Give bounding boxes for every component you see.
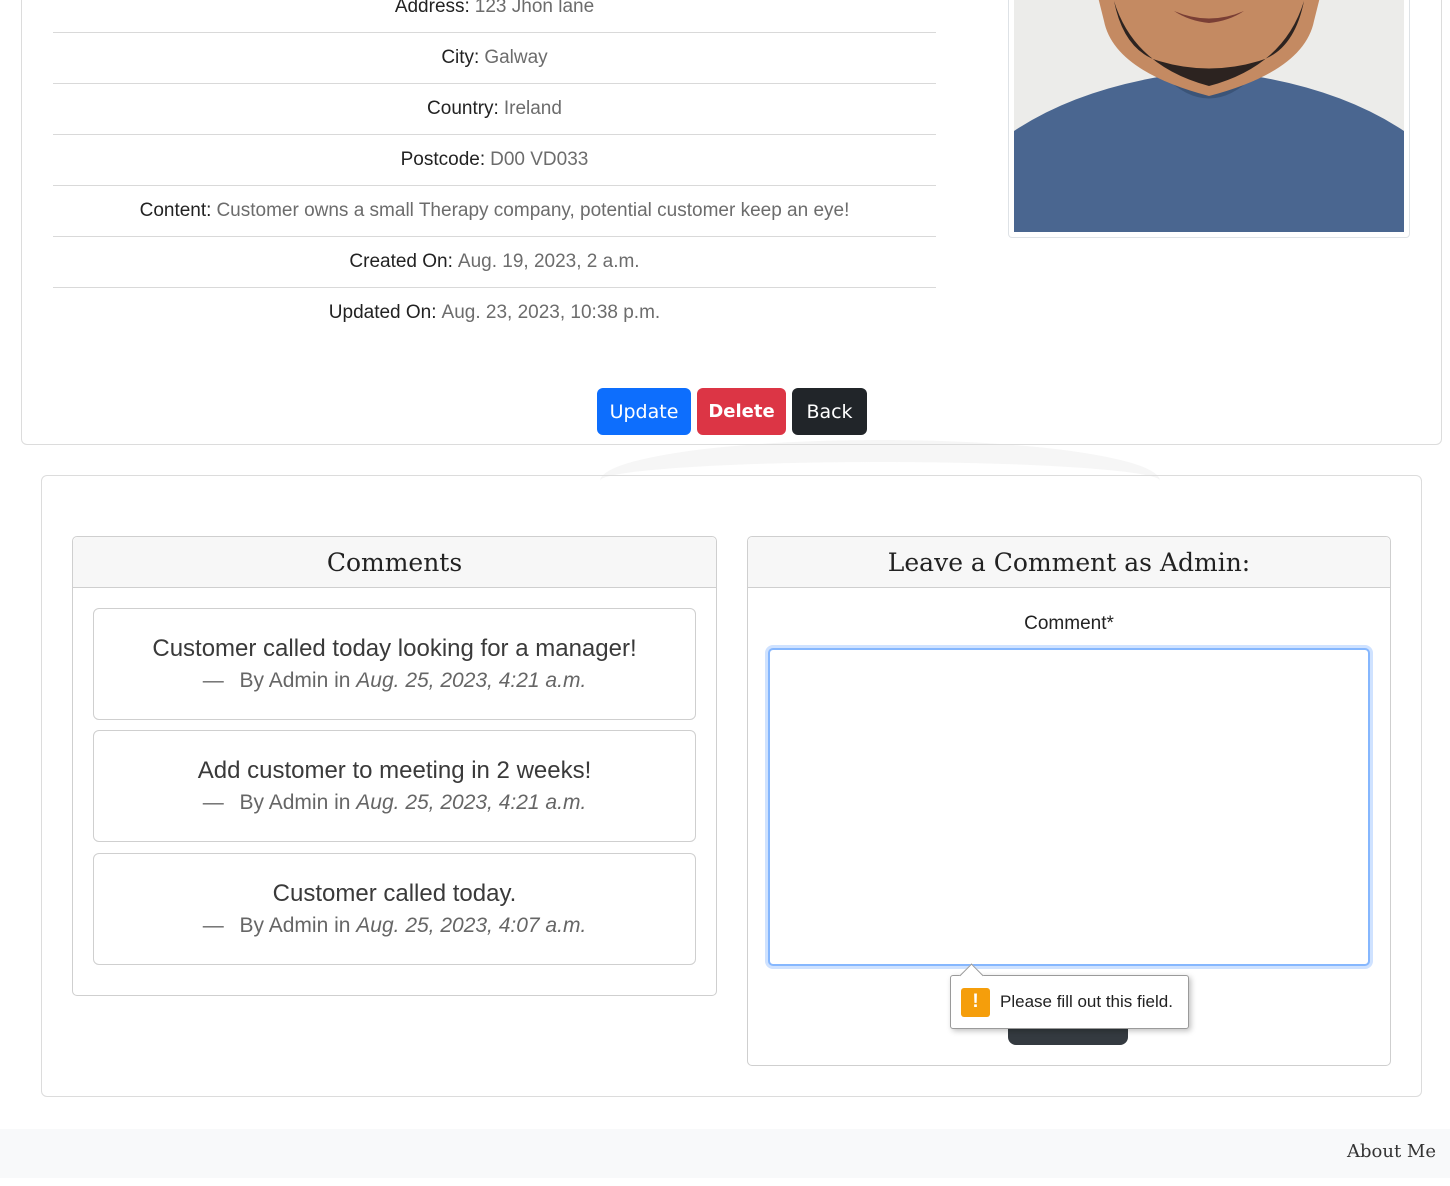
comments-panel: Comments Customer called today looking f… — [72, 536, 717, 996]
detail-value: Aug. 19, 2023, 2 a.m. — [457, 250, 640, 272]
detail-value: Galway — [484, 46, 548, 68]
comment-textarea[interactable] — [768, 648, 1370, 966]
comment-item: Customer called today looking for a mana… — [93, 608, 696, 720]
detail-label: Postcode: — [400, 148, 486, 170]
detail-content: Content: Customer owns a small Therapy c… — [53, 185, 936, 237]
detail-value: Customer owns a small Therapy company, p… — [216, 199, 850, 221]
detail-address: Address: 123 Jhon lane — [53, 0, 936, 33]
detail-created-on: Created On: Aug. 19, 2023, 2 a.m. — [53, 236, 936, 288]
back-button[interactable]: Back — [792, 388, 867, 435]
about-me-link[interactable]: About Me — [1347, 1141, 1436, 1162]
comment-date: Aug. 25, 2023, 4:21 a.m. — [356, 669, 587, 692]
validation-tooltip: ! Please fill out this field. — [950, 975, 1189, 1029]
comment-dash: — — [202, 791, 224, 814]
update-button[interactable]: Update — [597, 388, 691, 435]
detail-label: Content: — [139, 199, 212, 221]
customer-photo-image — [1014, 0, 1404, 232]
comment-form-title: Leave a Comment as Admin: — [748, 537, 1390, 588]
footer: About Me — [0, 1129, 1450, 1178]
comment-date: Aug. 25, 2023, 4:21 a.m. — [356, 791, 587, 814]
customer-actions: Update Delete Back — [597, 388, 867, 435]
comment-body: Add customer to meeting in 2 weeks! — [197, 757, 592, 784]
comment-item: Customer called today. — By Admin in Aug… — [93, 853, 696, 965]
comment-author: By Admin in — [239, 669, 351, 692]
detail-value: Ireland — [503, 97, 562, 119]
detail-value: D00 VD033 — [490, 148, 589, 170]
detail-value: Aug. 23, 2023, 10:38 p.m. — [441, 301, 661, 323]
detail-updated-on: Updated On: Aug. 23, 2023, 10:38 p.m. — [53, 287, 936, 338]
comment-field-label: Comment* — [1024, 613, 1114, 634]
comment-body: Customer called today looking for a mana… — [152, 635, 637, 662]
customer-photo — [1008, 0, 1410, 238]
comment-author: By Admin in — [239, 914, 351, 937]
detail-postcode: Postcode: D00 VD033 — [53, 134, 936, 186]
detail-city: City: Galway — [53, 32, 936, 84]
validation-message: Please fill out this field. — [1000, 992, 1173, 1011]
comment-item: Add customer to meeting in 2 weeks! — By… — [93, 730, 696, 842]
comments-section: Comments Customer called today looking f… — [41, 475, 1422, 1097]
comment-meta: — By Admin in Aug. 25, 2023, 4:21 a.m. — [203, 791, 587, 815]
detail-label: City: — [441, 46, 480, 68]
detail-label: Created On: — [349, 250, 453, 272]
comment-dash: — — [202, 669, 224, 692]
detail-label: Updated On: — [328, 301, 437, 323]
comment-meta: — By Admin in Aug. 25, 2023, 4:21 a.m. — [203, 669, 587, 693]
comment-meta: — By Admin in Aug. 25, 2023, 4:07 a.m. — [203, 914, 587, 938]
detail-label: Country: — [427, 97, 499, 119]
warning-icon: ! — [961, 987, 990, 1017]
customer-details-card: Address: 123 Jhon lane City: Galway Coun… — [21, 0, 1442, 445]
detail-label: Address: — [394, 0, 470, 17]
comments-title: Comments — [73, 537, 716, 588]
detail-country: Country: Ireland — [53, 83, 936, 135]
comment-author: By Admin in — [239, 791, 351, 814]
detail-value: 123 Jhon lane — [474, 0, 595, 17]
comment-dash: — — [202, 914, 224, 937]
comment-date: Aug. 25, 2023, 4:07 a.m. — [356, 914, 587, 937]
comment-body: Customer called today. — [272, 880, 517, 907]
delete-button[interactable]: Delete — [697, 388, 786, 435]
